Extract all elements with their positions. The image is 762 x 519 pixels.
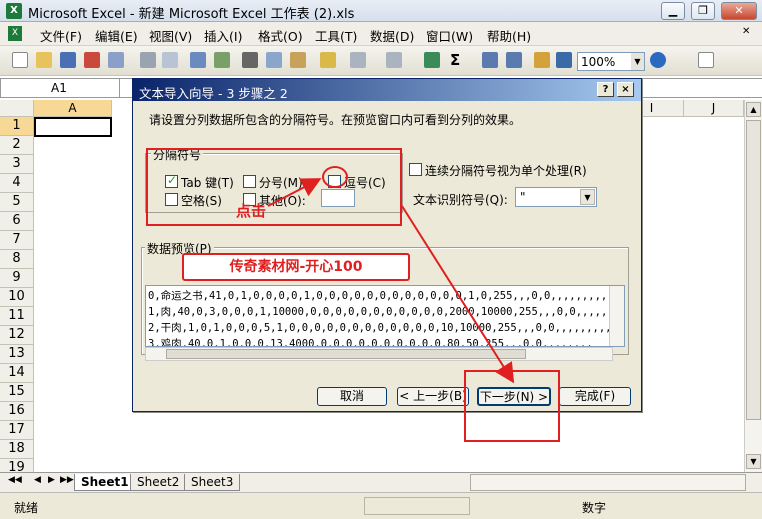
arrow-to-next [401, 205, 515, 384]
annotation-arrows [267, 178, 515, 384]
arrow-to-comma [267, 178, 322, 207]
